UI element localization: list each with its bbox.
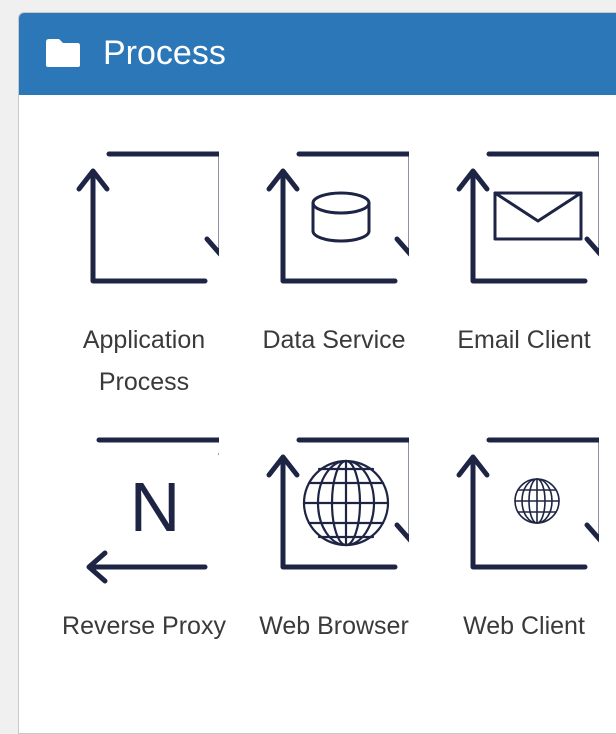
process-panel: Process Application Process Data Service [18, 12, 616, 734]
small-globe-icon [456, 437, 599, 570]
tile-web-client[interactable]: Web Client [429, 437, 616, 707]
database-icon [266, 151, 409, 284]
tile-email-client[interactable]: Email Client [429, 151, 616, 421]
tile-label: Data Service [262, 326, 406, 354]
reverse-proxy-glyph: N [130, 468, 181, 546]
tile-reverse-proxy[interactable]: N Reverse Proxy [49, 437, 239, 707]
envelope-icon [456, 151, 599, 284]
globe-icon [266, 437, 409, 570]
tile-web-browser[interactable]: Web Browser [239, 437, 429, 707]
tile-application-process[interactable]: Application Process [49, 151, 239, 421]
tile-data-service[interactable]: Data Service [239, 151, 429, 421]
tile-label: Web Client [463, 612, 585, 640]
panel-title: Process [103, 34, 226, 72]
tile-label: Reverse Proxy [62, 612, 226, 640]
tile-label: Email Client [457, 326, 591, 354]
tile-label: Web Browser [259, 612, 409, 640]
tile-label: Application Process [82, 326, 206, 396]
application-process-icon [76, 151, 219, 284]
folder-icon [46, 39, 80, 67]
panel-header[interactable]: Process [19, 13, 616, 95]
reverse-proxy-icon: N [86, 437, 219, 584]
